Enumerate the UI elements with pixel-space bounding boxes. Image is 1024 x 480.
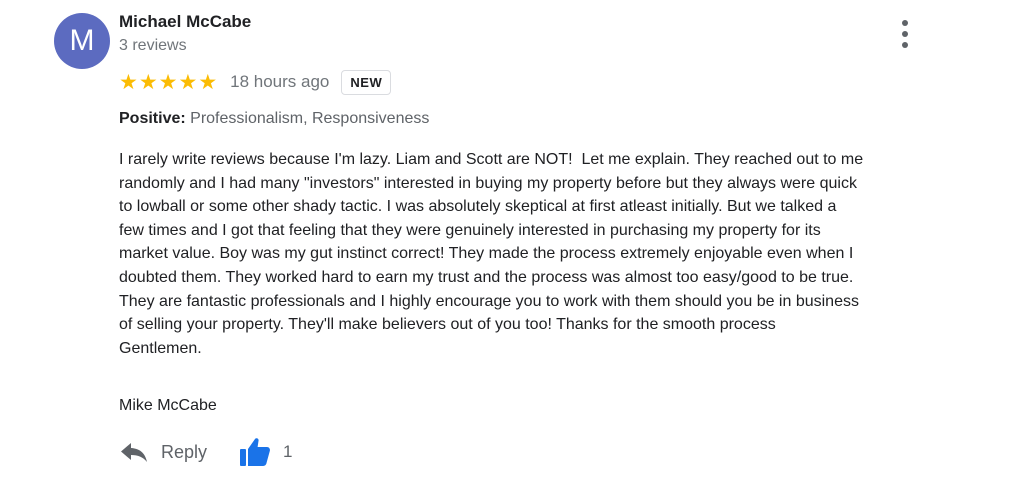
reply-label: Reply: [161, 441, 208, 462]
more-vert-icon-dot: [902, 42, 908, 48]
attribute-value: Professionalism, Responsiveness: [190, 110, 430, 127]
star-icon: ★: [138, 70, 158, 94]
thumbs-up-icon: [240, 438, 270, 466]
review-signature: Mike McCabe: [119, 397, 217, 414]
like-button[interactable]: 1: [239, 436, 293, 468]
review-card: M Michael McCabe 3 reviews ★ ★ ★ ★ ★ 18 …: [0, 0, 1024, 480]
review-count[interactable]: 3 reviews: [119, 37, 187, 55]
more-vert-icon: [902, 20, 908, 26]
like-count: 1: [283, 442, 293, 461]
avatar[interactable]: M: [54, 13, 110, 69]
star-icon: ★: [119, 70, 138, 94]
reply-button[interactable]: Reply: [119, 440, 207, 464]
rating-row: ★ ★ ★ ★ ★ 18 hours ago NEW: [119, 68, 392, 96]
reply-arrow-icon: [121, 443, 147, 462]
attribute-label: Positive:: [119, 110, 186, 127]
more-options-button[interactable]: [893, 18, 917, 50]
author-name[interactable]: Michael McCabe: [119, 12, 251, 32]
review-text: I rarely write reviews because I'm lazy.…: [119, 151, 864, 357]
review-actions: Reply 1: [119, 432, 293, 472]
star-rating: ★ ★ ★ ★ ★: [119, 72, 217, 93]
star-icon: ★: [198, 70, 218, 94]
star-icon: ★: [178, 70, 198, 94]
star-icon: ★: [158, 70, 178, 94]
more-vert-icon-dot: [902, 31, 908, 37]
review-attributes: Positive: Professionalism, Responsivenes…: [119, 110, 429, 128]
review-time: 18 hours ago: [230, 72, 330, 91]
new-badge: NEW: [341, 69, 392, 95]
